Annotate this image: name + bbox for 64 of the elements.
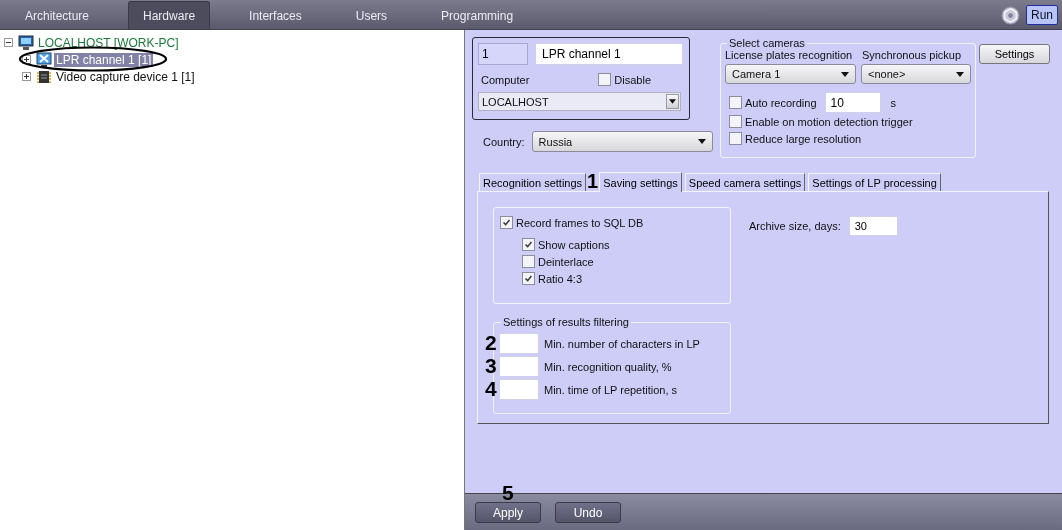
field-label: Computer: [481, 73, 530, 86]
run-button[interactable]: Run: [1026, 5, 1058, 25]
callout-number: 1: [587, 172, 599, 191]
caret-icon: [697, 139, 706, 144]
tool-monitor-icon: [36, 51, 52, 68]
caret-icon: [956, 71, 964, 77]
callout-number: 2: [485, 333, 497, 353]
record-checkbox[interactable]: Record frames to SQL DB: [500, 216, 644, 229]
tab[interactable]: Speed camera settings: [684, 173, 806, 191]
field-label: License plates recognition: [725, 49, 854, 61]
settings-button[interactable]: Settings: [979, 44, 1050, 64]
archive-field[interactable]: 30: [848, 216, 898, 236]
field-label: Min. number of characters in LP: [544, 337, 700, 350]
number-field[interactable]: [499, 356, 539, 377]
tree-item[interactable]: LPR channel 1 [1]: [54, 52, 154, 67]
duration-field[interactable]: 10: [824, 92, 881, 113]
action-button[interactable]: Undo: [555, 502, 621, 523]
option-checkbox[interactable]: Reduce large resolution: [729, 132, 971, 145]
expand-icon[interactable]: [22, 55, 31, 64]
nav-tab[interactable]: Users: [340, 1, 403, 29]
camera-dropdown[interactable]: <none>: [861, 64, 971, 84]
option-checkbox[interactable]: Deinterlace: [522, 255, 724, 268]
nav-tab[interactable]: Programming: [426, 1, 529, 29]
group-title: Settings of results filtering: [502, 316, 630, 328]
field-label: Country:: [483, 135, 525, 148]
field-label: Archive size, days:: [749, 220, 841, 232]
collapse-icon[interactable]: [4, 38, 13, 47]
caret-icon: [841, 71, 849, 77]
chip-icon: [36, 68, 52, 85]
country-dropdown[interactable]: Russia: [531, 131, 713, 152]
caret-icon: [669, 99, 676, 104]
callout-number: 5: [502, 483, 514, 503]
auto-recording-checkbox[interactable]: Auto recording: [729, 96, 817, 109]
expand-icon[interactable]: [22, 72, 31, 81]
tab[interactable]: Settings of LP processing: [808, 173, 941, 191]
number-field[interactable]: [499, 333, 539, 354]
field-label: Min. time of LP repetition, s: [544, 383, 678, 396]
tab[interactable]: Saving settings: [599, 172, 682, 192]
check-icon: [501, 217, 512, 228]
field-label: Synchronous pickup: [862, 49, 962, 61]
option-checkbox[interactable]: Show captions: [522, 238, 724, 251]
field-label: Min. recognition quality, %: [544, 360, 672, 373]
tree-item[interactable]: LOCALHOST [WORK-PC]: [36, 35, 181, 50]
camera-dropdown[interactable]: Camera 1: [725, 64, 856, 84]
callout-number: 4: [485, 379, 497, 399]
nav-tab[interactable]: Architecture: [10, 1, 105, 29]
nav-tab[interactable]: Interfaces: [234, 1, 317, 29]
disable-checkbox[interactable]: Disable: [598, 73, 651, 86]
callout-number: 3: [485, 356, 497, 376]
check-icon: [523, 239, 534, 250]
unit-label: s: [890, 96, 897, 109]
computer-dropdown[interactable]: LOCALHOST: [478, 92, 681, 111]
tree-item[interactable]: Video capture device 1 [1]: [54, 69, 197, 84]
tab[interactable]: Recognition settings: [479, 173, 587, 191]
number-field[interactable]: [499, 379, 539, 400]
option-checkbox[interactable]: Enable on motion detection trigger: [729, 115, 971, 128]
name-field[interactable]: LPR channel 1: [535, 43, 683, 65]
check-icon: [523, 273, 534, 284]
group-title: Select cameras: [728, 37, 806, 49]
id-field[interactable]: 1: [478, 43, 528, 65]
nav-tab[interactable]: Hardware: [128, 1, 211, 29]
gear-icon[interactable]: [1001, 5, 1020, 25]
monitor-icon: [18, 34, 34, 51]
option-checkbox[interactable]: Ratio 4:3: [522, 272, 724, 285]
